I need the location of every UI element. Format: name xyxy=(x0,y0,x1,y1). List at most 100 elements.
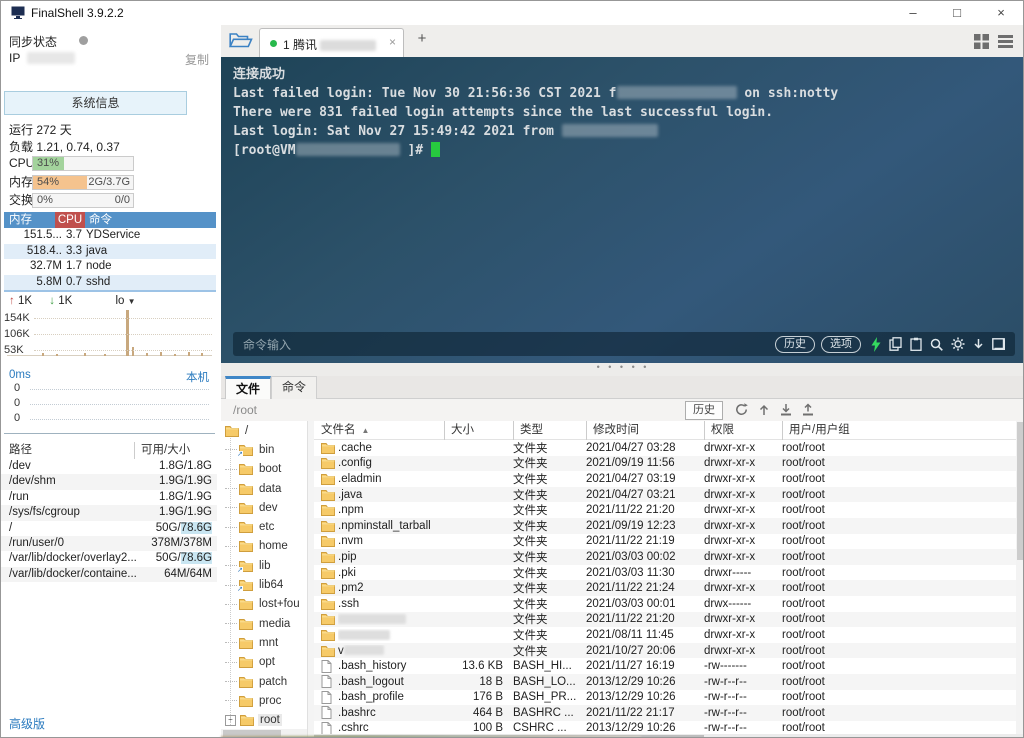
tree-item-mnt[interactable]: mnt xyxy=(221,633,307,652)
file-row[interactable]: .pm2 文件夹 2021/11/22 21:24 drwxr-xr-x root/ro… xyxy=(314,580,1016,596)
file-row[interactable]: 文件夹 2021/08/11 11:45 drwxr-xr-x root/root xyxy=(314,627,1016,643)
file-row[interactable]: .pki 文件夹 2021/03/03 11:30 drwxr----- root/ro… xyxy=(314,565,1016,581)
open-folder-icon[interactable] xyxy=(228,32,255,52)
path-history-button[interactable]: 历史 xyxy=(685,401,723,420)
session-tab[interactable]: 1 腾讯 × xyxy=(259,28,404,57)
paste-icon[interactable] xyxy=(910,337,922,351)
column-header-perm[interactable]: 权限 xyxy=(704,421,782,440)
file-row[interactable]: .bash_logout 18 B BASH_LO... 2013/12/29 10:… xyxy=(314,673,1016,690)
process-header-memory[interactable]: 内存 xyxy=(4,212,55,228)
file-row[interactable]: .ssh 文件夹 2021/03/03 00:01 drwx------ root/ro… xyxy=(314,596,1016,612)
disk-header-size[interactable]: 可用/大小 xyxy=(135,442,217,459)
edition-link[interactable]: 高级版 xyxy=(9,715,45,732)
file-owner: root/root xyxy=(782,519,825,532)
file-name: .bash_history xyxy=(338,660,407,673)
terminal-line: Last failed login: Tue Nov 30 21:56:36 C… xyxy=(233,84,1015,103)
file-row[interactable]: .cache 文件夹 2021/04/27 03:28 drwxr-xr-x root/… xyxy=(314,440,1016,456)
new-tab-button[interactable]: + xyxy=(413,30,431,47)
column-header-owner[interactable]: 用户/用户组 xyxy=(782,421,1016,440)
file-list-vertical-scrollbar[interactable] xyxy=(1016,421,1023,734)
tree-item-etc[interactable]: etc xyxy=(221,517,307,536)
folder-icon xyxy=(321,535,338,548)
process-header-cpu[interactable]: CPU xyxy=(55,212,85,228)
grid-layout-icon[interactable] xyxy=(974,34,989,52)
file-owner: root/root xyxy=(782,582,825,595)
tree-item-root[interactable]: / xyxy=(221,421,307,440)
history-button[interactable]: 历史 xyxy=(775,335,815,353)
column-header-mtime[interactable]: 修改时间 xyxy=(586,421,704,440)
column-header-size[interactable]: 大小 xyxy=(444,421,509,440)
title-bar: FinalShell 3.9.2.2 – □ × xyxy=(1,1,1023,25)
process-row[interactable]: 5.8M 0.7 sshd xyxy=(4,274,216,290)
file-row[interactable]: .bash_history 13.6 KB BASH_HI... 2021/11/27… xyxy=(314,658,1016,674)
upload-icon[interactable] xyxy=(802,403,814,419)
monitor-icon[interactable] xyxy=(992,338,1005,350)
disk-path: /dev/shm xyxy=(9,475,56,488)
current-path[interactable]: /root xyxy=(233,403,257,417)
file-row[interactable]: .npminstall_tarball 文件夹 2021/09/19 12:23 dr… xyxy=(314,517,1016,534)
latency-host[interactable]: 本机 xyxy=(186,369,209,385)
interface-select[interactable]: lo ▼ xyxy=(115,295,135,307)
file-row[interactable]: .pip 文件夹 2021/03/03 00:02 drwxr-xr-x root/ro… xyxy=(314,549,1016,565)
command-input[interactable]: 命令输入 xyxy=(243,336,769,353)
copy-ip-button[interactable]: 复制 xyxy=(185,51,209,68)
gear-icon[interactable] xyxy=(951,337,965,351)
file-row[interactable]: .java 文件夹 2021/04/27 03:21 drwxr-xr-x root/r… xyxy=(314,486,1016,503)
terminal[interactable]: 连接成功 Last failed login: Tue Nov 30 21:56:… xyxy=(221,57,1023,363)
tree-item-lib64[interactable]: ↗ lib64 xyxy=(221,575,307,594)
close-button[interactable]: × xyxy=(979,1,1023,25)
process-row[interactable]: 32.7M 1.7 node xyxy=(4,259,216,275)
download-icon[interactable] xyxy=(780,403,792,419)
maximize-button[interactable]: □ xyxy=(935,1,979,25)
tree-item-boot[interactable]: boot xyxy=(221,460,307,479)
file-panel-tabs: 文件 命令 xyxy=(221,376,1023,399)
file-row[interactable]: .npm 文件夹 2021/11/22 21:20 drwxr-xr-x root/ro… xyxy=(314,502,1016,518)
process-header-command[interactable]: 命令 xyxy=(85,212,216,228)
file-row[interactable]: .bashrc 464 B BASHRC ... 2021/11/22 21:17 -r… xyxy=(314,705,1016,721)
file-row[interactable]: v 文件夹 2021/10/27 20:06 drwxr-xr-x root/root xyxy=(314,642,1016,659)
terminal-line: There were 831 failed login attempts sin… xyxy=(233,103,1015,122)
process-row[interactable]: 518.4.. 3.3 java xyxy=(4,243,216,259)
scrollbar-thumb[interactable] xyxy=(1017,422,1023,560)
folder-icon xyxy=(239,483,253,495)
minimize-button[interactable]: – xyxy=(891,1,935,25)
file-row[interactable]: .eladmin 文件夹 2021/04/27 03:19 drwxr-xr-x roo… xyxy=(314,471,1016,487)
tab-commands[interactable]: 命令 xyxy=(271,376,317,399)
column-header-name[interactable]: 文件名 ▲ xyxy=(321,421,444,440)
file-owner: root/root xyxy=(782,550,825,563)
tree-item-home[interactable]: home xyxy=(221,537,307,556)
file-row[interactable]: .bash_profile 176 B BASH_PR... 2013/12/29 1… xyxy=(314,690,1016,706)
process-row[interactable]: 151.5... 3.7 YDService xyxy=(4,228,216,244)
tree-item-lost+fou[interactable]: lost+fou xyxy=(221,595,307,614)
tree-item-lib[interactable]: ↗ lib xyxy=(221,556,307,575)
copy-icon[interactable] xyxy=(889,337,902,351)
panel-splitter[interactable]: • • • • • xyxy=(221,363,1023,376)
scroll-bottom-icon[interactable] xyxy=(973,338,984,351)
list-layout-icon[interactable] xyxy=(998,34,1013,52)
system-info-button[interactable]: 系统信息 xyxy=(4,91,187,115)
file-row[interactable]: .cshrc 100 B CSHRC ... 2013/12/29 10:26 -rw-… xyxy=(314,721,1016,734)
tree-item-root[interactable]: + root xyxy=(221,710,307,729)
tab-files[interactable]: 文件 xyxy=(225,376,271,399)
file-row[interactable]: .config 文件夹 2021/09/19 11:56 drwxr-xr-x root… xyxy=(314,455,1016,472)
tree-item-bin[interactable]: ↗ bin xyxy=(221,440,307,459)
tree-item-data[interactable]: data xyxy=(221,479,307,498)
disk-header-path[interactable]: 路径 xyxy=(1,442,135,459)
options-button[interactable]: 选项 xyxy=(821,335,861,353)
folder-icon xyxy=(239,540,253,553)
file-row[interactable]: 文件夹 2021/11/22 21:20 drwxr-xr-x root/root xyxy=(314,611,1016,628)
arrow-up-icon[interactable] xyxy=(758,403,770,419)
lightning-icon[interactable] xyxy=(871,336,881,352)
tab-close-icon[interactable]: × xyxy=(389,35,396,49)
column-header-type[interactable]: 类型 xyxy=(513,421,586,440)
refresh-icon[interactable] xyxy=(735,403,748,419)
tree-item-dev[interactable]: dev xyxy=(221,498,307,517)
file-row[interactable]: .nvm 文件夹 2021/11/22 21:19 drwxr-xr-x root/ro… xyxy=(314,534,1016,550)
tree-item-media[interactable]: media xyxy=(221,614,307,633)
tree-item-proc[interactable]: proc xyxy=(221,691,307,710)
tree-item-opt[interactable]: opt xyxy=(221,653,307,672)
file-name: .npminstall_tarball xyxy=(338,519,431,532)
tree-item-patch[interactable]: patch xyxy=(221,672,307,691)
search-icon[interactable] xyxy=(930,338,943,351)
file-name-redacted xyxy=(338,614,406,625)
